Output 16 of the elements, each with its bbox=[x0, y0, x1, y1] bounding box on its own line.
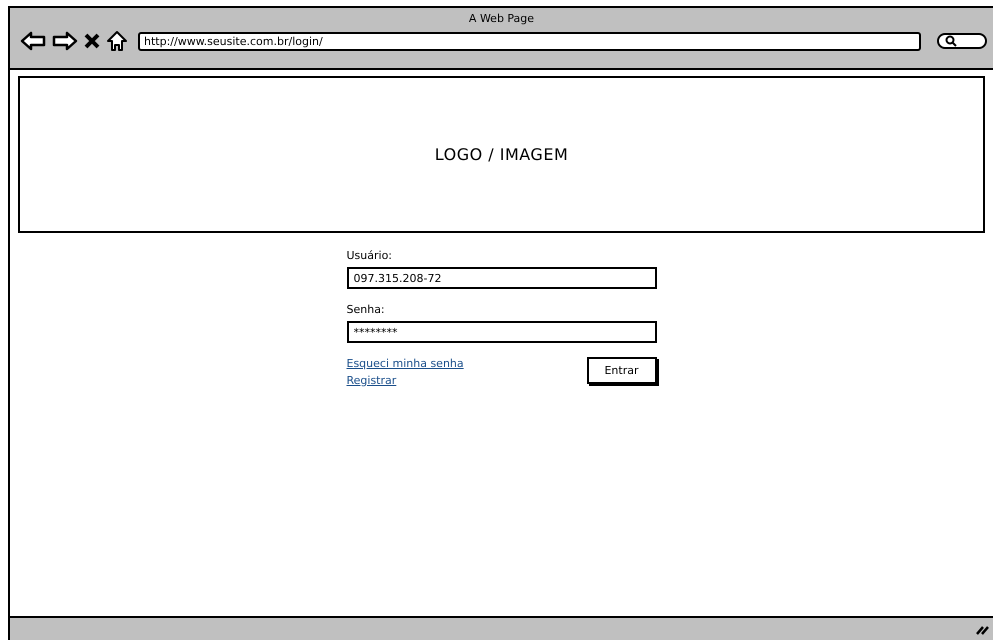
submit-button[interactable]: Entrar bbox=[586, 357, 656, 384]
search-field[interactable] bbox=[937, 33, 987, 49]
window-title: A Web Page bbox=[468, 11, 536, 26]
logo-label: LOGO / IMAGEM bbox=[434, 145, 568, 164]
close-icon[interactable] bbox=[84, 33, 100, 49]
text-link[interactable]: Esqueci minha senha bbox=[346, 357, 464, 370]
search-icon bbox=[945, 35, 957, 47]
text-link[interactable]: Registrar bbox=[346, 374, 464, 387]
back-icon[interactable] bbox=[20, 30, 46, 52]
field-label: Usuário: bbox=[346, 249, 394, 262]
input-field[interactable]: 097.315.208-72 bbox=[346, 267, 656, 289]
input-field[interactable]: ******** bbox=[346, 321, 656, 343]
forward-icon[interactable] bbox=[52, 30, 78, 52]
home-icon[interactable] bbox=[106, 30, 128, 52]
address-bar[interactable]: http://www.seusite.com.br/login/ bbox=[138, 32, 921, 50]
field-label: Senha: bbox=[346, 303, 386, 316]
